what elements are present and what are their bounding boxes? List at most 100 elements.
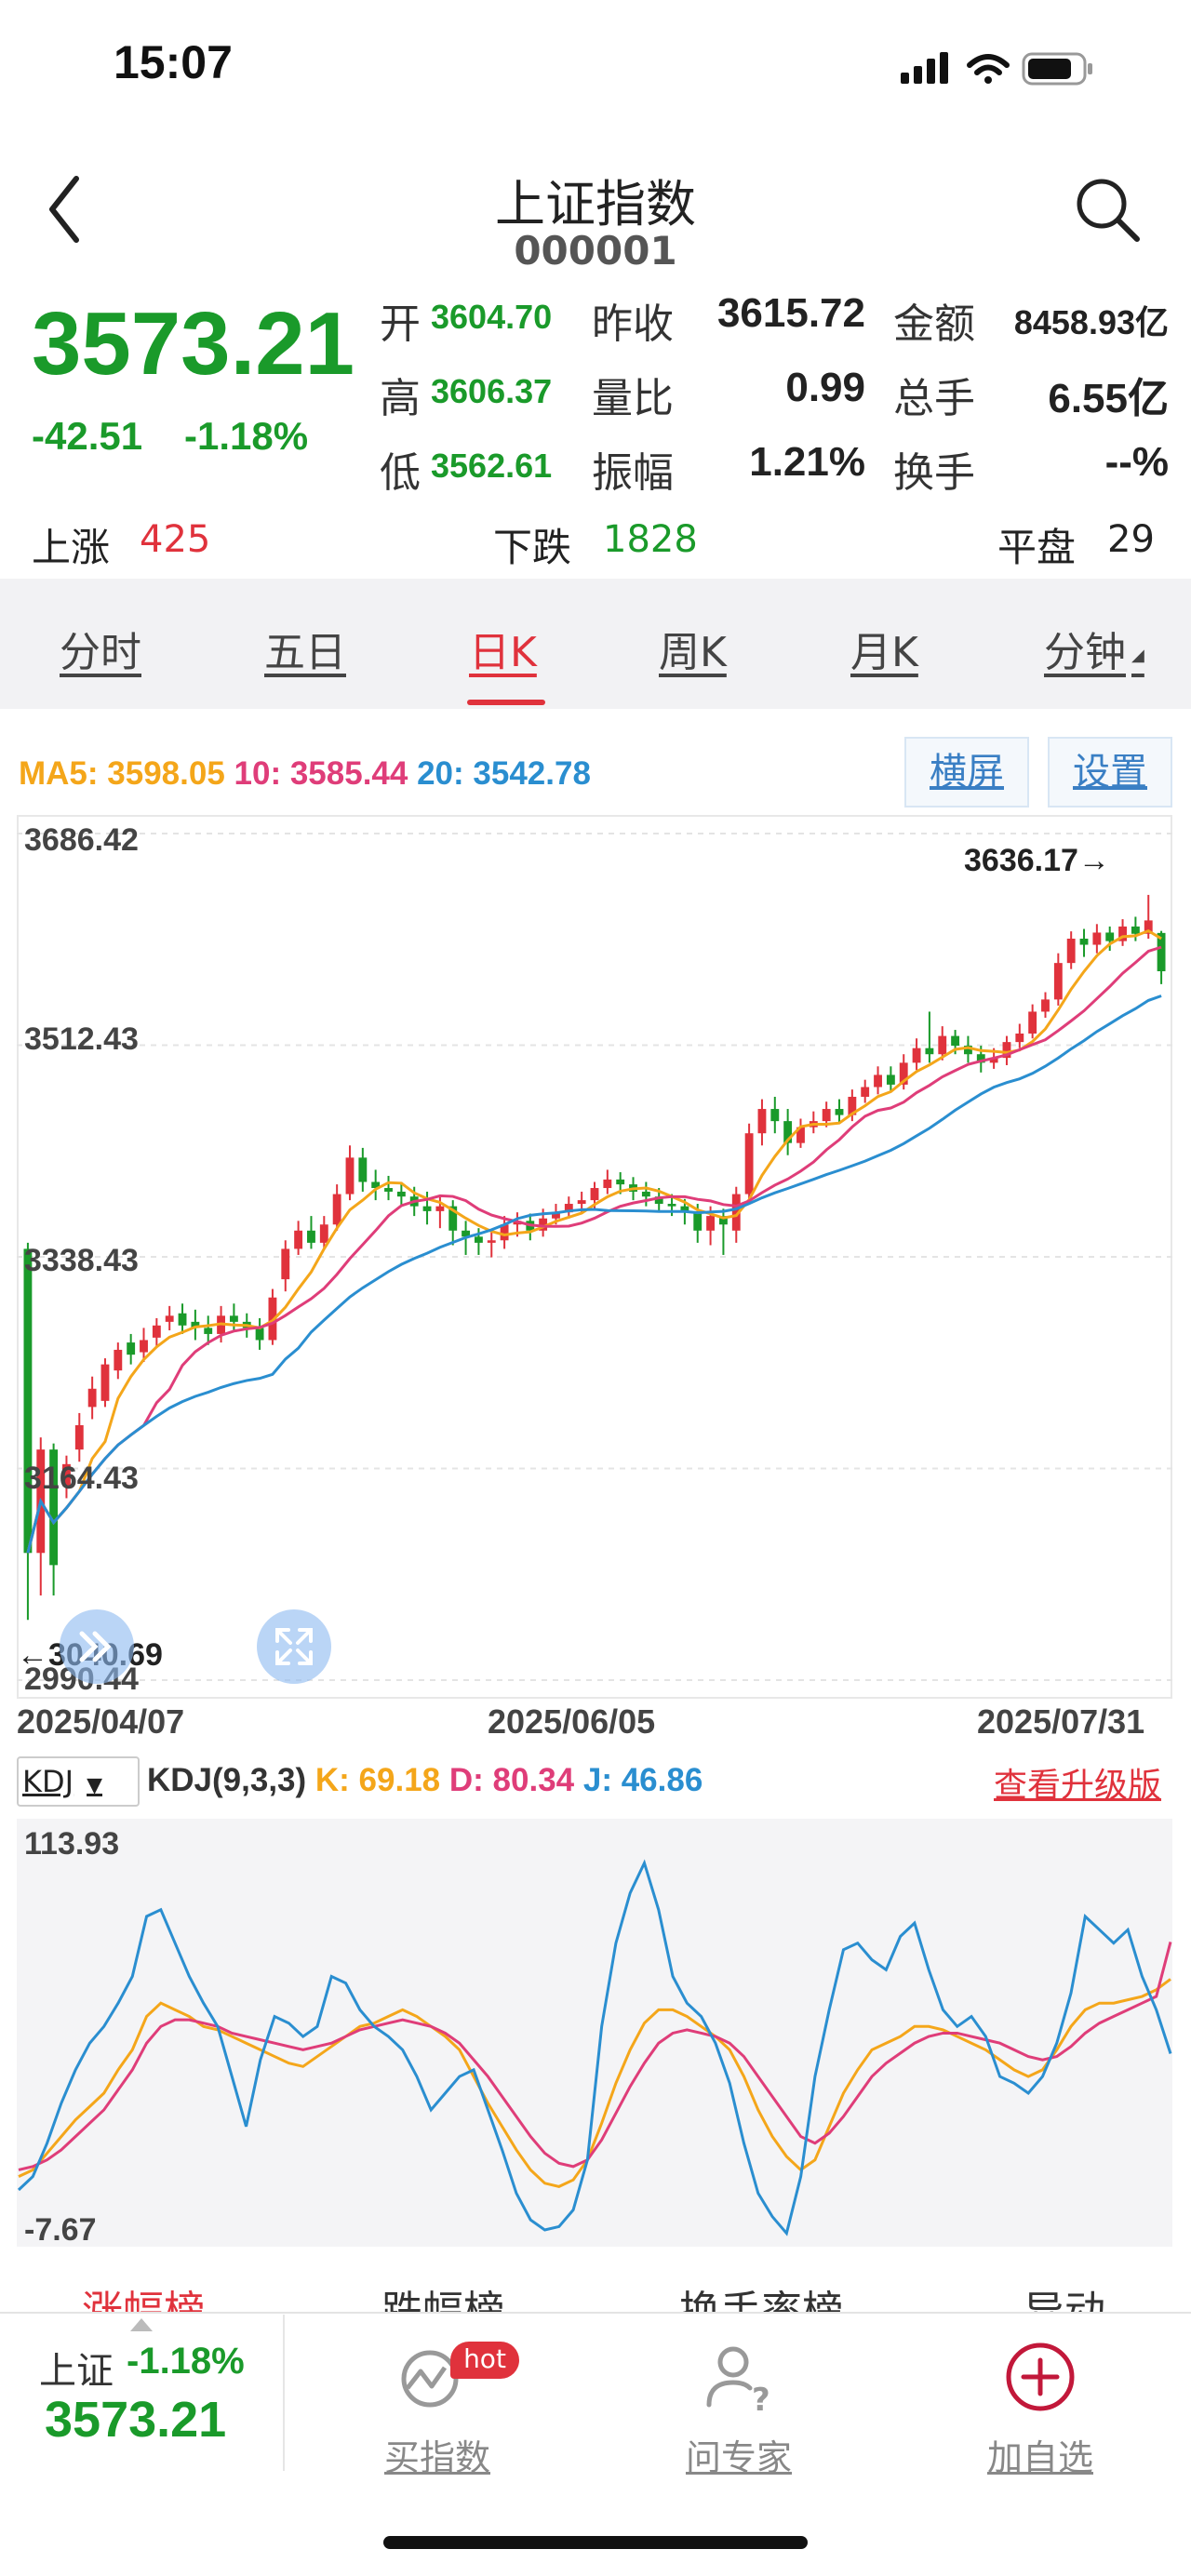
breadth-up-count: 425: [140, 518, 211, 561]
breadth-flat-label: 平盘: [997, 525, 1077, 570]
status-icons: [901, 52, 1092, 86]
bottom-index-name: 上证: [39, 2350, 114, 2393]
scroll-left-button[interactable]: [60, 1609, 134, 1684]
candle-body: [577, 1200, 586, 1205]
tab-daily-k[interactable]: 日K: [469, 619, 537, 678]
index-code: 000001: [514, 228, 677, 274]
kdj-legend: KDJ(9,3,3) K: 69.18 D: 80.34 J: 46.86: [147, 1762, 703, 1820]
stat-value-prev-close: 3615.72: [716, 290, 865, 336]
kline-chart[interactable]: [17, 815, 1172, 1699]
candle-body: [1041, 999, 1050, 1012]
candle-body: [165, 1315, 174, 1322]
status-time: 15:07: [114, 36, 233, 88]
candle-body: [74, 1424, 84, 1450]
y-tick-label: 3164.43: [24, 1461, 139, 1496]
candle-body: [835, 1109, 844, 1115]
upgrade-link[interactable]: 查看升级版: [994, 1758, 1161, 1807]
tab-five-day[interactable]: 五日: [264, 619, 346, 678]
stat-label-total-volume: 总手: [893, 375, 975, 422]
candle-body: [127, 1342, 136, 1355]
hot-badge: hot: [450, 2342, 519, 2379]
ma10-line: [26, 945, 1162, 1554]
plus-circle-icon: [1006, 2342, 1075, 2411]
candle-body: [886, 1074, 895, 1085]
candle-body: [307, 1230, 315, 1243]
dropdown-icon: ▼: [87, 1774, 102, 1797]
candle-body: [693, 1212, 703, 1231]
buy-index-button[interactable]: hot 买指数: [354, 2330, 521, 2489]
stat-label-prev-close: 昨收: [592, 300, 674, 348]
bottom-index-change: -1.18%: [127, 2341, 245, 2382]
ask-expert-label: 问专家: [685, 2437, 792, 2478]
stat-value-amplitude: 1.21%: [749, 439, 865, 485]
price-change-pct: -1.18%: [184, 414, 309, 458]
candle-body: [874, 1074, 882, 1088]
double-chevron-icon: [79, 1631, 112, 1662]
candle-body: [1028, 1011, 1037, 1034]
stat-value-total-volume: 6.55亿: [1048, 376, 1169, 421]
buy-index-label: 买指数: [383, 2437, 490, 2478]
ma-legend: MA5: 3598.05 10: 3585.44 20: 3542.78: [19, 755, 591, 793]
ask-expert-button[interactable]: ? 问专家: [655, 2330, 823, 2489]
candle-body: [770, 1109, 780, 1122]
candle-body: [1105, 932, 1115, 941]
stat-label-amplitude: 振幅: [592, 449, 674, 497]
kdj-j-line: [17, 1859, 1172, 2236]
page-title: 上证指数: [495, 175, 696, 234]
price-change: -42.51: [32, 414, 143, 458]
kdj-k: K: 69.18: [314, 1762, 441, 1798]
stat-value-high: 3606.37: [431, 372, 553, 410]
tab-monthly-k[interactable]: 月K: [850, 619, 918, 678]
kdj-params: KDJ(9,3,3): [147, 1762, 307, 1798]
candle-body: [1157, 932, 1166, 972]
candle-body: [358, 1157, 368, 1182]
y-tick-label: 3512.43: [24, 1021, 139, 1057]
kdj-y-tick-label: -7.67: [24, 2212, 97, 2248]
kdj-j: J: 46.86: [582, 1762, 703, 1798]
fullscreen-button[interactable]: [257, 1609, 331, 1684]
indicator-select-value: KDJ: [22, 1764, 74, 1799]
indicator-select[interactable]: KDJ ▼: [17, 1756, 140, 1807]
stat-value-volume-ratio: 0.99: [785, 365, 865, 410]
expand-icon: [275, 1628, 313, 1665]
kdj-chart[interactable]: [17, 1819, 1172, 2247]
period-tabbar: [0, 579, 1191, 709]
stat-value-turnover-amount: 8458.93亿: [1013, 303, 1169, 341]
bottom-separator: [283, 2315, 285, 2471]
x-tick-label: 2025/07/31: [977, 1702, 1145, 1741]
candle-body: [435, 1206, 445, 1211]
candle-body: [178, 1313, 187, 1326]
candle-body: [384, 1188, 393, 1192]
add-watchlist-button[interactable]: 加自选: [957, 2330, 1124, 2489]
candle-body: [281, 1248, 290, 1280]
candle-body: [1015, 1033, 1024, 1043]
stat-label-turnover-amount: 金额: [893, 300, 975, 348]
candle-body: [938, 1035, 947, 1055]
candle-body: [140, 1340, 148, 1353]
candle-body: [757, 1109, 767, 1134]
settings-button[interactable]: 设置: [1048, 737, 1172, 808]
tab-minute-label: 分钟: [1044, 629, 1126, 676]
stat-value-open: 3604.70: [431, 298, 553, 336]
candle-body: [1092, 932, 1102, 945]
candle-body: [1053, 963, 1063, 1000]
stat-label-high: 高: [380, 375, 421, 422]
tab-intraday[interactable]: 分时: [60, 619, 141, 678]
tab-weekly-k[interactable]: 周K: [659, 619, 727, 678]
candle-body: [706, 1216, 716, 1231]
candle-body: [1131, 926, 1140, 934]
x-tick-label: 2025/06/05: [488, 1702, 656, 1741]
wifi-icon: [967, 54, 1010, 84]
candle-body: [951, 1035, 960, 1047]
expand-up-icon[interactable]: [130, 2318, 153, 2331]
candle-body: [603, 1179, 612, 1189]
add-watchlist-label: 加自选: [986, 2437, 1093, 2478]
breadth-down-count: 1828: [603, 518, 698, 561]
search-icon[interactable]: [1070, 172, 1144, 247]
candle-body: [345, 1157, 355, 1195]
y-tick-label: 3686.42: [24, 822, 139, 858]
candle-body: [100, 1364, 110, 1401]
candle-body: [912, 1048, 921, 1063]
landscape-button[interactable]: 横屏: [904, 737, 1029, 808]
tab-minute[interactable]: 分钟 ◢: [1044, 619, 1144, 678]
